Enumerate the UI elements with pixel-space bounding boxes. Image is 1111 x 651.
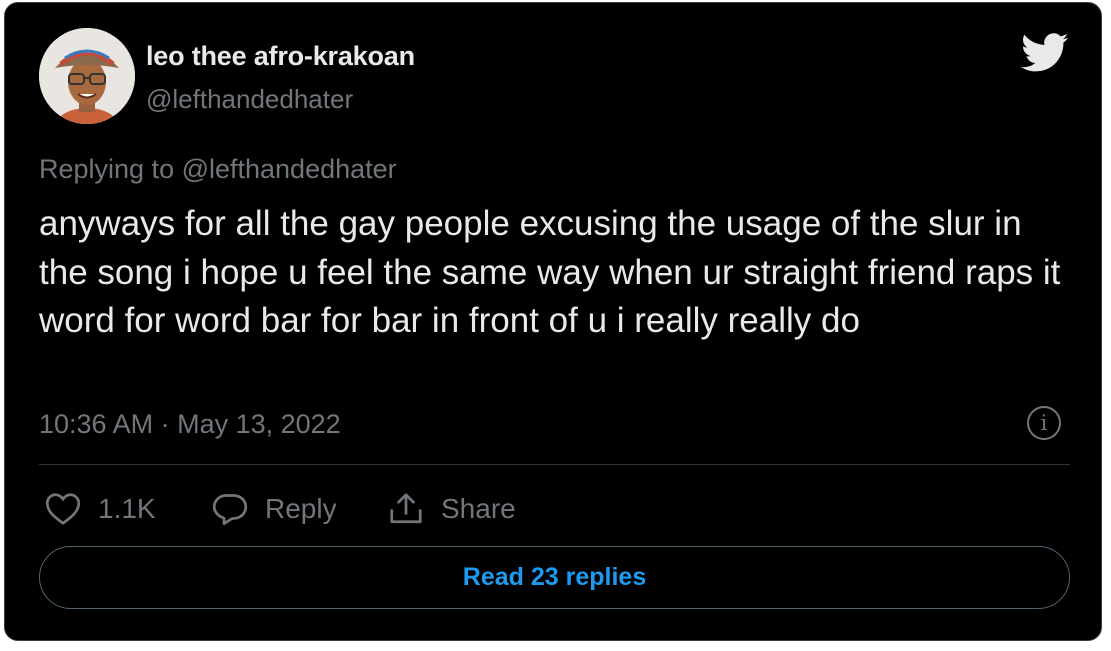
- info-icon[interactable]: i: [1027, 406, 1061, 440]
- like-button[interactable]: 1.1K: [45, 489, 156, 529]
- reply-button[interactable]: Reply: [212, 489, 337, 529]
- author-display-name[interactable]: leo thee afro-krakoan: [146, 41, 415, 72]
- share-button[interactable]: Share: [388, 489, 516, 529]
- read-replies-label: Read 23 replies: [462, 563, 647, 591]
- speech-bubble-icon: [212, 494, 248, 526]
- share-upload-icon: [390, 493, 422, 524]
- twitter-bird-icon[interactable]: [1021, 33, 1069, 73]
- author-handle[interactable]: @lefthandedhater: [146, 84, 353, 115]
- divider: [39, 464, 1070, 465]
- tweet-text: anyways for all the gay people excusing …: [39, 204, 1061, 340]
- tweet-card: leo thee afro-krakoan @lefthandedhater R…: [4, 2, 1102, 641]
- replying-to[interactable]: Replying to @lefthandedhater: [39, 154, 397, 185]
- avatar[interactable]: [39, 28, 135, 124]
- profile-photo: [39, 28, 135, 124]
- like-count: 1.1K: [98, 493, 156, 524]
- heart-icon: [45, 493, 81, 525]
- tweet-timestamp[interactable]: 10:36 AM · May 13, 2022: [39, 409, 341, 440]
- read-replies-button[interactable]: Read 23 replies: [39, 546, 1070, 609]
- reply-label: Reply: [265, 493, 337, 524]
- share-label: Share: [441, 493, 516, 524]
